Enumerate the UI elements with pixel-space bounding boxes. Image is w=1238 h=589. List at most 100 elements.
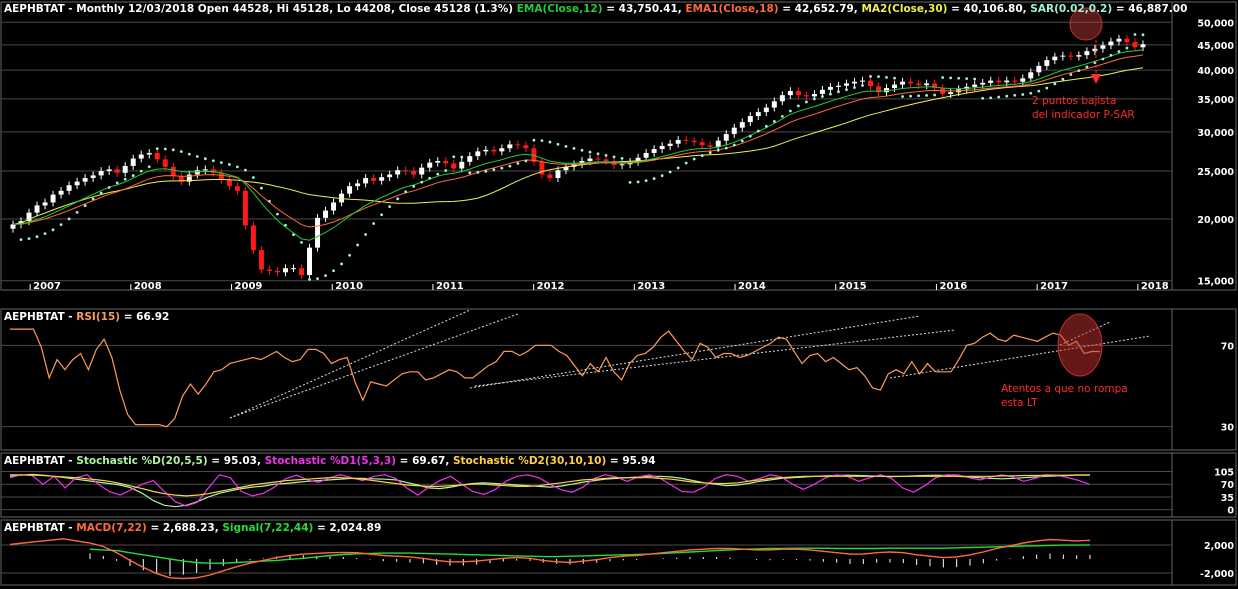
sar-dot <box>997 95 1001 99</box>
candle-up <box>643 152 649 158</box>
signal-value: = 2,024.89 <box>313 522 382 534</box>
candle-up <box>363 178 369 184</box>
rsi-ytick-label: 70 <box>1221 341 1235 352</box>
sar-dot <box>853 86 856 89</box>
candle-down <box>403 170 409 172</box>
candle-up <box>307 247 313 276</box>
candle-down <box>523 145 529 149</box>
sar-dot <box>708 151 712 155</box>
sar-dot <box>107 186 111 189</box>
sar-dot <box>580 148 584 152</box>
sar-dot <box>869 74 872 78</box>
candle-down <box>515 144 521 146</box>
sar-dot <box>973 77 977 81</box>
candle-up <box>419 167 425 175</box>
candle-up <box>779 95 785 102</box>
candle-down <box>170 166 176 177</box>
stoch-d-line <box>9 473 1090 508</box>
candle-down <box>908 81 914 84</box>
sar-dot <box>203 157 207 161</box>
candle-down <box>443 160 449 164</box>
sto-ytick-label: 0 <box>1227 506 1234 517</box>
sar-dot <box>43 232 47 236</box>
candle-up <box>1108 41 1114 46</box>
rsi-highlight-ellipse <box>1057 313 1103 377</box>
sar-dot <box>372 222 376 225</box>
candle-up <box>355 183 361 187</box>
sar-dot <box>837 90 840 94</box>
sar-dot <box>171 148 175 152</box>
ma2-value: = 40,106.80, <box>947 3 1031 15</box>
candle-up <box>651 149 657 153</box>
sar-dot <box>75 210 79 214</box>
candle-up <box>130 158 136 166</box>
sar-dot <box>460 155 464 159</box>
candle-up <box>10 224 16 229</box>
candle-down <box>451 163 457 169</box>
candle-up <box>723 134 729 141</box>
price-ytick-label: 45,000 <box>1197 41 1234 52</box>
sar-dot <box>131 174 135 177</box>
sar-dot <box>91 197 95 201</box>
candle-down <box>1124 38 1130 43</box>
rsi-trendline <box>229 313 519 419</box>
sto-ytick-label: 35 <box>1221 493 1234 504</box>
sar-dot <box>179 150 183 153</box>
sar-dot <box>676 166 680 170</box>
sar-dot <box>861 84 864 87</box>
candle-down <box>258 250 264 270</box>
candle-up <box>291 268 296 270</box>
candle-up <box>106 169 112 172</box>
rsi-annotation: Atentos a que no rompa esta LT <box>1001 383 1128 409</box>
sar-dot <box>1053 82 1057 86</box>
price-ytick-label: 25,000 <box>1197 167 1234 178</box>
sar-dot <box>756 129 760 133</box>
chart-window: 15,000 20,000 25,000 30,000 35,000 40,000 45,0… <box>0 0 1238 589</box>
sar-dot <box>909 94 912 98</box>
candle-down <box>691 140 697 143</box>
price-ytick-label: 15,000 <box>1197 277 1234 288</box>
candle-up <box>1076 55 1082 57</box>
candle-up <box>146 152 152 155</box>
x-tick-label: 2007 <box>33 281 61 292</box>
candle-down <box>242 190 248 226</box>
macd-ytick-label: 2,000 <box>1204 541 1234 552</box>
x-tick-label: 2013 <box>637 281 665 292</box>
stoch-d1-label: Stochastic %D1(5,3,3) <box>264 455 396 467</box>
sar-dot <box>540 139 544 143</box>
sar-dot <box>1109 53 1113 57</box>
sar-dot <box>612 155 616 159</box>
candle-up <box>1020 78 1026 82</box>
sar-dot <box>27 237 31 241</box>
sar-dot <box>957 76 961 80</box>
sar-dot <box>484 169 488 173</box>
candle-up <box>459 161 465 169</box>
candle-up <box>787 90 793 96</box>
sar-dot <box>244 168 247 172</box>
sar-dot <box>949 76 953 80</box>
sar-dot <box>67 217 71 221</box>
candle-up <box>315 217 321 248</box>
candle-up <box>387 174 393 178</box>
candle-down <box>491 149 497 152</box>
candle-up <box>1044 60 1050 66</box>
sar-dot <box>620 156 624 160</box>
macd-ytick-label: -2,000 <box>1200 569 1234 580</box>
sar-dot <box>532 138 536 142</box>
candle-up <box>715 140 721 147</box>
sar-dot <box>252 176 255 179</box>
sar-dot <box>796 104 800 108</box>
sar-dot <box>211 159 215 163</box>
candle-down <box>683 139 689 141</box>
sar-annotation: 2 puntos bajista del indicador P-SAR <box>1032 95 1135 121</box>
candle-up <box>1060 55 1066 57</box>
candle-up <box>755 112 761 117</box>
candle-up <box>50 194 56 203</box>
candle-up <box>1028 72 1034 79</box>
candle-up <box>924 83 930 86</box>
rsi-line <box>10 328 1101 428</box>
chart-canvas: 15,000 20,000 25,000 30,000 35,000 40,000 45,0… <box>0 1 1237 586</box>
candle-up <box>58 190 64 195</box>
candle-up <box>1004 80 1010 83</box>
sar-dot <box>115 181 119 185</box>
